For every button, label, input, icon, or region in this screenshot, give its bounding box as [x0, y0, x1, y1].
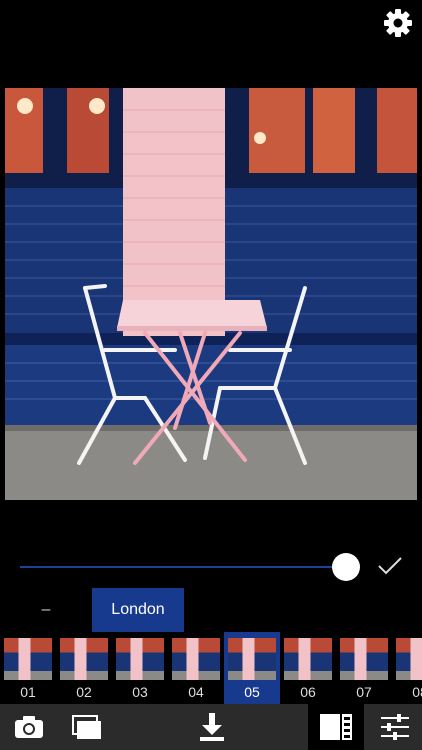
filter-thumb-07[interactable]: 07	[336, 632, 392, 704]
photo-library-icon	[72, 715, 101, 739]
save-button[interactable]	[192, 704, 232, 750]
filters-button[interactable]	[308, 704, 364, 750]
adjust-button[interactable]	[368, 704, 422, 750]
bottom-toolbar	[0, 704, 422, 750]
filter-tabs: – London	[0, 588, 422, 632]
filter-thumb-01[interactable]: 01	[0, 632, 56, 704]
thumb-label: 07	[356, 684, 372, 700]
photo-preview	[5, 88, 417, 500]
thumb-preview	[60, 638, 108, 680]
thumb-preview	[4, 638, 52, 680]
apply-button[interactable]	[376, 554, 404, 578]
camera-icon	[15, 716, 43, 738]
camera-button[interactable]	[8, 704, 50, 750]
thumb-label: 04	[188, 684, 204, 700]
sliders-icon	[381, 714, 409, 740]
tab-london[interactable]: London	[92, 588, 184, 632]
settings-button[interactable]	[383, 8, 413, 38]
gear-icon	[384, 9, 412, 37]
thumb-label: 08	[412, 684, 422, 700]
thumb-label: 06	[300, 684, 316, 700]
filter-thumbnail-strip: 01 02 03 04 05 06 07 08	[0, 632, 422, 704]
thumb-label: 01	[20, 684, 36, 700]
slider-thumb[interactable]	[332, 553, 361, 581]
filter-thumb-02[interactable]: 02	[56, 632, 112, 704]
thumb-label: 05	[244, 684, 260, 700]
photo-image	[5, 88, 417, 500]
thumb-preview	[396, 638, 422, 680]
thumb-preview	[172, 638, 220, 680]
thumb-label: 02	[76, 684, 92, 700]
filter-thumb-05[interactable]: 05	[224, 632, 280, 704]
thumb-preview	[228, 638, 276, 680]
intensity-slider[interactable]	[0, 545, 422, 589]
film-strip-icon	[320, 714, 352, 740]
thumb-preview	[116, 638, 164, 680]
checkmark-icon	[378, 557, 402, 575]
thumb-label: 03	[132, 684, 148, 700]
tab-no-filter[interactable]: –	[18, 588, 74, 632]
download-icon	[200, 713, 224, 741]
filter-thumb-08[interactable]: 08	[392, 632, 422, 704]
thumb-preview	[340, 638, 388, 680]
slider-track[interactable]	[20, 566, 346, 568]
filter-thumb-04[interactable]: 04	[168, 632, 224, 704]
filter-thumb-06[interactable]: 06	[280, 632, 336, 704]
photo-library-button[interactable]	[64, 704, 110, 750]
filter-thumb-03[interactable]: 03	[112, 632, 168, 704]
thumb-preview	[284, 638, 332, 680]
